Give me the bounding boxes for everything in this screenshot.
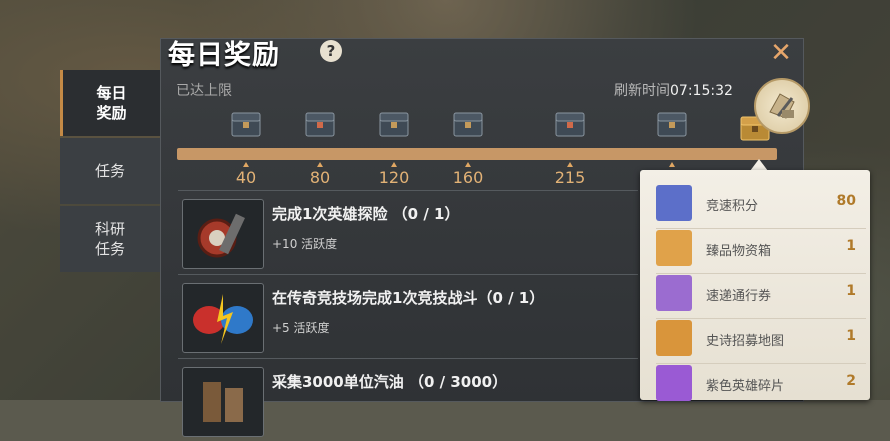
- milestone-tick: [567, 162, 573, 167]
- reward-name: 臻品物资箱: [706, 244, 772, 259]
- target-dummy-icon: [182, 199, 264, 269]
- reward-count: 80: [836, 193, 856, 209]
- reward-name: 速递通行券: [706, 289, 772, 304]
- final-reward-map-icon[interactable]: [754, 78, 810, 134]
- reward-item: 竞速积分 80: [652, 183, 862, 225]
- reward-item: 史诗招募地图 1: [652, 318, 862, 360]
- quest-title: 完成1次英雄探险 （0 / 1）: [272, 205, 460, 223]
- milestone-tick: [669, 162, 675, 167]
- milestone-tick: [465, 162, 471, 167]
- epic-map-icon: [656, 320, 692, 356]
- milestone-tick: [391, 162, 397, 167]
- reward-count: 2: [846, 373, 856, 389]
- milestone-label: 160: [452, 168, 484, 187]
- express-ticket-icon: [656, 275, 692, 311]
- speed-points-icon: [656, 185, 692, 221]
- boxing-gloves-icon: [182, 283, 264, 353]
- chest-icon[interactable]: [655, 108, 689, 140]
- reward-count: 1: [846, 283, 856, 299]
- milestone-label: 40: [235, 168, 257, 187]
- close-icon[interactable]: ✕: [768, 40, 794, 66]
- supply-box-icon: [656, 230, 692, 266]
- milestone-tick: [317, 162, 323, 167]
- quest-row[interactable]: 在传奇竞技场完成1次竞技战斗（0 / 1） +5 活跃度: [178, 274, 638, 357]
- chest-icon[interactable]: [553, 108, 587, 140]
- reward-count: 1: [846, 328, 856, 344]
- gasoline-icon: [182, 367, 264, 437]
- tab-research-tasks[interactable]: 科研 任务: [60, 206, 160, 272]
- quest-reward: +10 活跃度: [272, 237, 338, 251]
- question-icon[interactable]: ?: [320, 40, 342, 62]
- quest-reward: +5 活跃度: [272, 321, 330, 335]
- tab-daily-rewards[interactable]: 每日 奖励: [60, 70, 160, 136]
- chest-icon[interactable]: [303, 108, 337, 140]
- refresh-timer: 刷新时间07:15:32: [614, 80, 733, 100]
- chest-icon[interactable]: [377, 108, 411, 140]
- quest-row[interactable]: 完成1次英雄探险 （0 / 1） +10 活跃度: [178, 190, 638, 273]
- window-title: 每日奖励: [168, 40, 280, 71]
- chest-icon[interactable]: [229, 108, 263, 140]
- milestone-tick: [243, 162, 249, 167]
- refresh-time: 07:15:32: [670, 83, 733, 99]
- milestone-label: 215: [554, 168, 586, 187]
- milestone-label: 80: [309, 168, 331, 187]
- hero-shard-icon: [656, 365, 692, 401]
- quest-title: 在传奇竞技场完成1次竞技战斗（0 / 1）: [272, 289, 545, 307]
- reward-popup: 竞速积分 80 臻品物资箱 1 速递通行券 1 史诗招募地图 1 紫色英雄碎片 …: [640, 170, 870, 401]
- reward-name: 史诗招募地图: [706, 334, 785, 349]
- chest-icon[interactable]: [451, 108, 485, 140]
- tab-tasks[interactable]: 任务: [60, 138, 160, 204]
- milestone-label: 120: [378, 168, 410, 187]
- reward-name: 竞速积分: [706, 199, 759, 214]
- quest-title: 采集3000单位汽油 （0 / 3000）: [272, 373, 508, 391]
- reward-name: 紫色英雄碎片: [706, 379, 785, 394]
- reward-item: 臻品物资箱 1: [652, 228, 862, 270]
- activity-progress-bar: [177, 148, 777, 160]
- reward-item: 速递通行券 1: [652, 273, 862, 315]
- reward-item: 紫色英雄碎片 2: [652, 363, 862, 405]
- refresh-label: 刷新时间: [614, 83, 670, 99]
- limit-status: 已达上限: [176, 83, 232, 99]
- reward-count: 1: [846, 238, 856, 254]
- sidebar: 每日 奖励 任务 科研 任务: [60, 70, 160, 274]
